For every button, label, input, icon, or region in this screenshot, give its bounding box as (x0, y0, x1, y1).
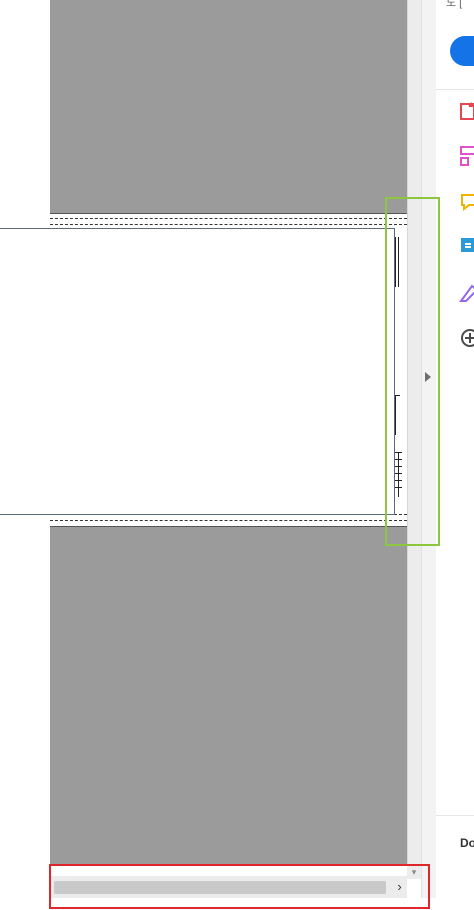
primary-action-button[interactable] (450, 36, 474, 66)
page-top-border (50, 218, 407, 225)
green-highlight-box (385, 197, 440, 546)
comment-icon[interactable] (459, 191, 474, 213)
export-pdf-icon[interactable] (459, 100, 474, 122)
tools-pane-header-text: 도 [ (446, 0, 463, 9)
tools-divider (436, 89, 474, 90)
tools-pane: 도 [ Do (436, 0, 474, 910)
floating-panel[interactable] (0, 228, 395, 515)
red-highlight-box (49, 864, 430, 909)
page-bottom-border (50, 514, 407, 521)
organize-pages-icon[interactable] (459, 145, 474, 167)
more-tools-icon[interactable] (459, 327, 474, 349)
edit-pdf-icon[interactable] (459, 236, 474, 258)
fill-sign-icon[interactable] (459, 282, 474, 304)
tools-pane-footer-text: Do (460, 836, 474, 850)
tools-bottom-divider (436, 815, 474, 816)
